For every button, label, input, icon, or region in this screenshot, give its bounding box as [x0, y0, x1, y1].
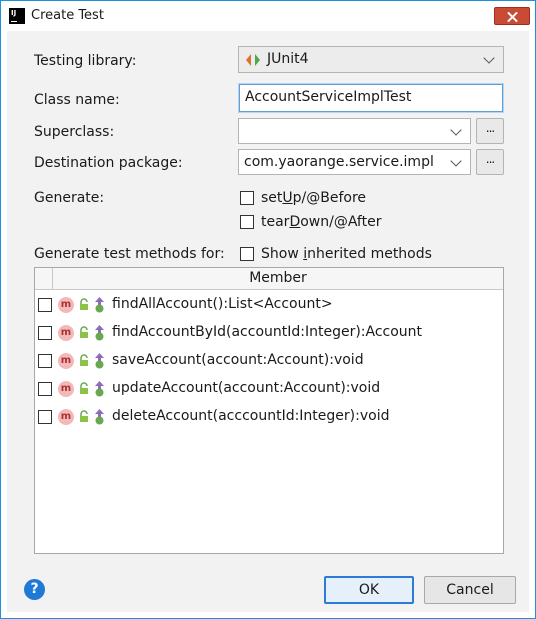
class-name-input[interactable]: AccountServiceImplTest [238, 83, 504, 113]
teardown-after-label: tearDown/@After [261, 214, 382, 230]
superclass-label: Superclass: [34, 124, 115, 140]
superclass-select[interactable] [238, 118, 471, 144]
setup-before-label: setUp/@Before [261, 190, 367, 206]
window-title: Create Test [31, 8, 104, 23]
row-checkbox[interactable] [38, 382, 52, 396]
method-icon: m [58, 297, 74, 313]
generate-methods-label: Generate test methods for: [34, 246, 225, 262]
testing-library-value: JUnit4 [267, 51, 309, 67]
public-lock-icon [80, 298, 88, 310]
member-column-header[interactable]: Member [53, 268, 503, 290]
chevron-down-icon [483, 52, 495, 64]
title-bar: IJ Create Test [1, 1, 535, 31]
close-button[interactable] [494, 7, 530, 25]
destination-package-select[interactable]: com.yaorange.service.impl [238, 149, 471, 175]
row-checkbox[interactable] [38, 410, 52, 424]
superclass-browse-button[interactable]: ... [476, 118, 504, 144]
table-row[interactable]: m saveAccount(account:Account):void [35, 350, 503, 372]
table-row[interactable]: m deleteAccount(acccountId:Integer):void [35, 406, 503, 428]
method-signature: updateAccount(account:Account):void [112, 380, 381, 396]
testing-library-select[interactable]: JUnit4 [238, 46, 504, 73]
destination-package-value: com.yaorange.service.impl [244, 154, 434, 170]
implements-up-icon [95, 325, 104, 341]
public-lock-icon [80, 354, 88, 366]
method-icon: m [58, 353, 74, 369]
intellij-app-icon: IJ [9, 8, 25, 24]
dialog-content: Testing library: JUnit4 Class name: Acco… [7, 31, 529, 612]
method-signature: deleteAccount(acccountId:Integer):void [112, 408, 390, 424]
public-lock-icon [80, 326, 88, 338]
implements-up-icon [95, 381, 104, 397]
method-signature: findAccountById(accountId:Integer):Accou… [112, 324, 423, 340]
method-icon: m [58, 381, 74, 397]
method-icon: m [58, 325, 74, 341]
show-inherited-label: Show inherited methods [261, 246, 432, 262]
cancel-button[interactable]: Cancel [424, 576, 516, 604]
implements-up-icon [95, 353, 104, 369]
row-checkbox[interactable] [38, 354, 52, 368]
create-test-dialog: IJ Create Test Testing library: JUnit4 C… [0, 0, 536, 619]
testing-library-label: Testing library: [34, 53, 137, 69]
ok-button[interactable]: OK [324, 576, 414, 604]
destination-package-label: Destination package: [34, 155, 183, 171]
help-button[interactable]: ? [24, 579, 45, 600]
method-icon: m [58, 409, 74, 425]
members-table: Member m findAllAccount():List<Account> … [34, 267, 504, 554]
teardown-after-checkbox[interactable] [240, 215, 254, 229]
table-row[interactable]: m findAccountById(accountId:Integer):Acc… [35, 322, 503, 344]
setup-before-checkbox[interactable] [240, 191, 254, 205]
method-signature: findAllAccount():List<Account> [112, 296, 333, 312]
chevron-down-icon [450, 155, 462, 167]
table-row[interactable]: m findAllAccount():List<Account> [35, 294, 503, 316]
implements-up-icon [95, 409, 104, 425]
junit-icon [246, 54, 260, 66]
public-lock-icon [80, 382, 88, 394]
chevron-down-icon [450, 124, 462, 136]
generate-label: Generate: [34, 190, 105, 206]
select-all-header[interactable] [35, 268, 53, 290]
method-signature: saveAccount(account:Account):void [112, 352, 364, 368]
class-name-label: Class name: [34, 92, 120, 108]
show-inherited-checkbox[interactable] [240, 247, 254, 261]
class-name-value: AccountServiceImplTest [245, 89, 412, 105]
table-row[interactable]: m updateAccount(account:Account):void [35, 378, 503, 400]
row-checkbox[interactable] [38, 326, 52, 340]
implements-up-icon [95, 297, 104, 313]
public-lock-icon [80, 410, 88, 422]
destination-browse-button[interactable]: ... [476, 149, 504, 175]
row-checkbox[interactable] [38, 298, 52, 312]
